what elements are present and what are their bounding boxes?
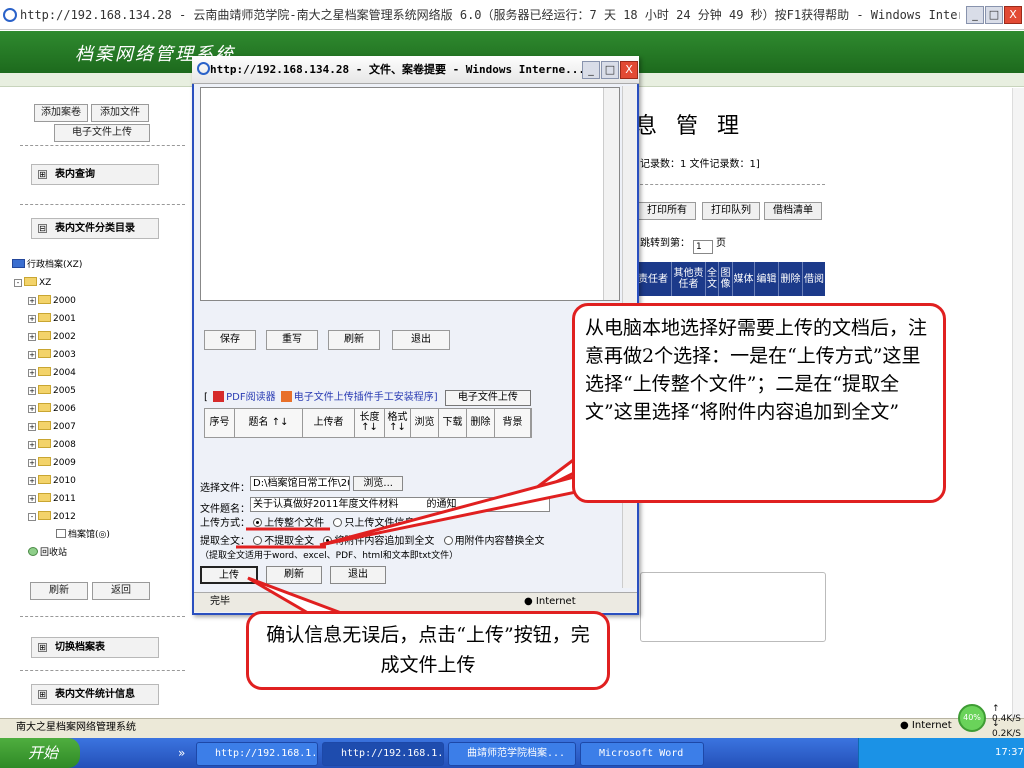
quick-launch-chevron[interactable]: »: [178, 746, 185, 760]
status-zone: ● Internet: [900, 720, 952, 731]
speed-percent: 40%: [958, 704, 986, 732]
task-archive[interactable]: 曲靖师范学院档案...: [448, 742, 576, 766]
ie-status-bar: 南大之星档案网络管理系统: [0, 718, 1024, 738]
callout-pointer-middle: [319, 468, 613, 547]
clock: 17:37: [995, 747, 1024, 758]
callout-upload: 确认信息无误后，点击“上传”按钮，完成文件上传: [246, 611, 610, 690]
network-speed: 40% ↑ 0.4K/S ↓ 0.2K/S: [958, 700, 1024, 739]
start-button[interactable]: 开始: [0, 738, 80, 768]
task-ie-2[interactable]: http://192.168.1...: [322, 742, 444, 766]
download-speed: ↓ 0.2K/S: [992, 719, 1021, 739]
globe-icon: ●: [900, 720, 909, 731]
task-ie-1[interactable]: http://192.168.1...: [196, 742, 318, 766]
task-word[interactable]: Microsoft Word: [580, 742, 704, 766]
callout-instructions: 从电脑本地选择好需要上传的文档后，注意再做2个选择：一是在“上传方式”这里选择“…: [572, 303, 946, 503]
system-tray: 17:37: [858, 738, 1024, 768]
